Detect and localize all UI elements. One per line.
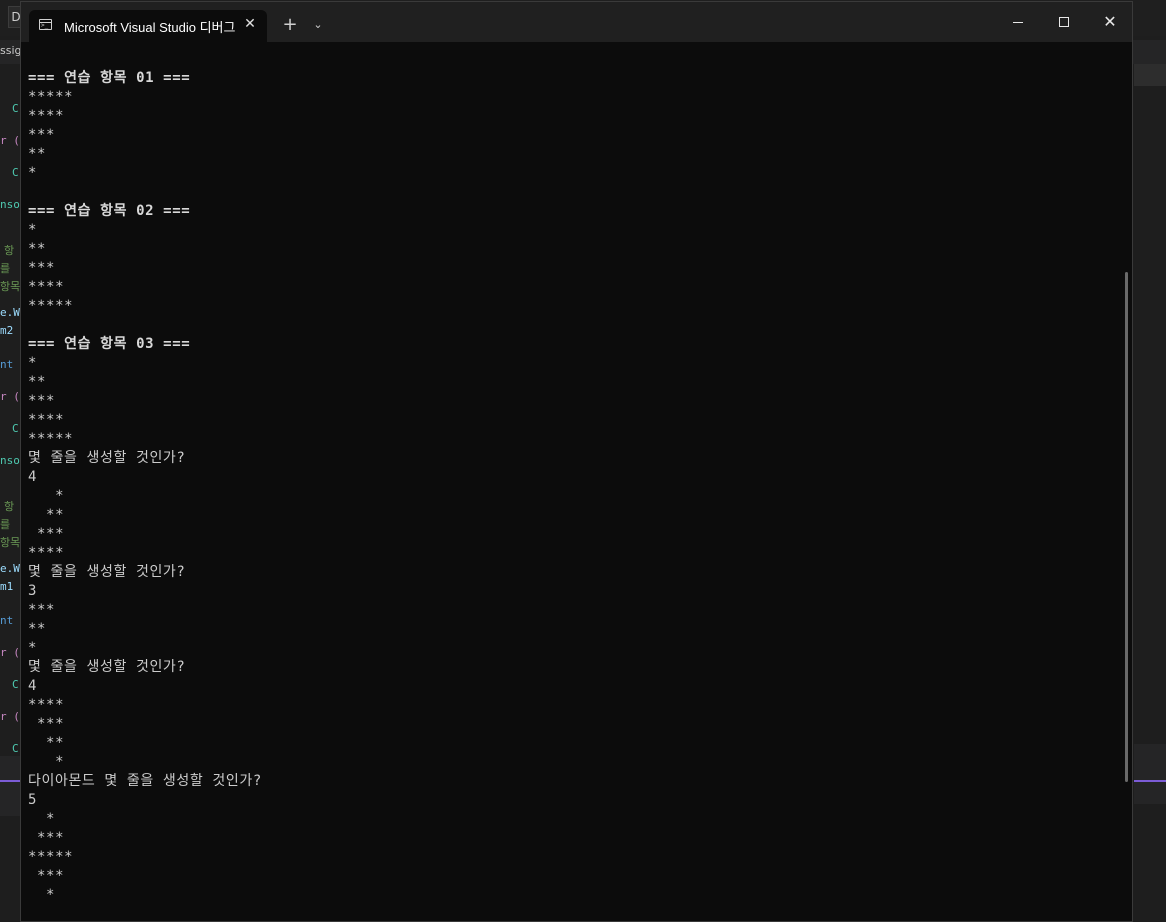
console-line-heading: === 연습 항목 03 ===	[28, 336, 191, 352]
ide-code-fragment: C	[12, 166, 19, 179]
tab-title: Microsoft Visual Studio 디버그	[64, 20, 236, 35]
new-tab-button[interactable]: +	[279, 14, 301, 36]
console-line-heading: === 연습 항목 02 ===	[28, 203, 191, 219]
console-line-out: ***	[28, 716, 65, 732]
console-line-out: ****	[28, 412, 65, 428]
ide-code-fragment: 항목	[0, 280, 21, 293]
ide-code-fragment: C	[12, 422, 19, 435]
console-line-out: *****	[28, 89, 74, 105]
console-line-out: *	[28, 887, 56, 903]
close-button[interactable]: ✕	[1087, 2, 1133, 42]
ide-right-band	[1134, 64, 1166, 86]
ide-code-fragment: 를	[0, 518, 11, 531]
ide-right-accent-line	[1134, 780, 1166, 782]
ide-code-fragment: nso	[0, 198, 20, 211]
console-line-out: *****	[28, 298, 74, 314]
ide-accent-line	[0, 780, 20, 782]
ide-tab-fragment[interactable]: ssig	[0, 44, 22, 57]
ide-code-fragments: Cr (Cnso 항 를 항목 e.W m2 nt r (Cnso 항 를 항목 e.W m1 nt r (…	[0, 90, 20, 770]
title-bar[interactable]: Microsoft Visual Studio 디버그 ✕ + ⌄ ✕	[21, 2, 1132, 42]
console-line-out: **	[28, 374, 47, 390]
console-line-prompt: 다이아몬드 몇 줄을 생성할 것인가?	[28, 773, 262, 789]
close-icon: ✕	[1103, 12, 1117, 31]
console-line-prompt: 몇 줄을 생성할 것인가?	[28, 659, 186, 675]
console-line-prompt: 몇 줄을 생성할 것인가?	[28, 450, 186, 466]
console-line-out: *	[28, 165, 38, 181]
console-line-out: ***	[28, 127, 56, 143]
ide-code-fragment: r (	[0, 390, 20, 403]
ide-code-fragment: C	[12, 102, 19, 115]
tab-close-icon[interactable]: ✕	[241, 15, 259, 33]
tab-debug-console[interactable]: Microsoft Visual Studio 디버그 ✕	[29, 10, 267, 42]
console-line-input: 5	[28, 792, 38, 808]
console-line-input: 3	[28, 583, 38, 599]
console-line-out: **	[28, 507, 65, 523]
console-line-out: *	[28, 355, 38, 371]
console-line-out: ****	[28, 108, 65, 124]
minimize-icon	[1013, 22, 1023, 23]
console-line-heading: === 연습 항목 01 ===	[28, 70, 191, 86]
terminal-window: Microsoft Visual Studio 디버그 ✕ + ⌄ ✕ === …	[20, 1, 1133, 922]
ide-code-fragment: r (	[0, 710, 20, 723]
maximize-button[interactable]	[1041, 2, 1087, 42]
console-line-out: ***	[28, 260, 56, 276]
chevron-down-icon[interactable]: ⌄	[309, 14, 327, 36]
ide-right-edge	[1134, 64, 1166, 922]
console-line-prompt: 몇 줄을 생성할 것인가?	[28, 564, 186, 580]
console-line-out: *	[28, 811, 56, 827]
minimize-button[interactable]	[995, 2, 1041, 42]
ide-code-fragment: r (	[0, 646, 20, 659]
console-line-out: ****	[28, 545, 65, 561]
console-line-out: **	[28, 146, 47, 162]
ide-bottom-panel	[0, 756, 20, 816]
console-line-out	[28, 183, 1118, 202]
ide-code-fragment: nso	[0, 454, 20, 467]
ide-code-fragment: C	[12, 742, 19, 755]
console-line-out	[28, 316, 1118, 335]
vertical-scrollbar[interactable]	[1125, 272, 1128, 782]
console-line-out: ***	[28, 602, 56, 618]
console-line-out: ****	[28, 279, 65, 295]
ide-code-fragment: C	[12, 678, 19, 691]
console-line-out: **	[28, 621, 47, 637]
ide-code-fragment: 항	[4, 244, 15, 257]
console-line-out: *	[28, 222, 38, 238]
console-line-input: 4	[28, 469, 38, 485]
ide-code-fragment: r (	[0, 134, 20, 147]
console-line-out: **	[28, 241, 47, 257]
ide-right-panel	[1134, 744, 1166, 804]
console-line-out: *****	[28, 431, 74, 447]
console-line-out: *	[28, 640, 38, 656]
console-line-out: ***	[28, 393, 56, 409]
maximize-icon	[1059, 17, 1069, 27]
console-line-out: *	[28, 488, 65, 504]
ide-code-fragment: e.W	[0, 562, 20, 575]
console-line-input: 4	[28, 678, 38, 694]
console-output[interactable]: === 연습 항목 01 === ***** **** *** ** * === 연습 항목…	[28, 69, 1118, 919]
ide-code-fragment: nt	[0, 358, 14, 371]
console-line-out: ***	[28, 830, 65, 846]
ide-code-fragment: nt	[0, 614, 14, 627]
ide-code-fragment: 항목	[0, 536, 21, 549]
ide-code-fragment: e.W	[0, 306, 20, 319]
console-line-out: ****	[28, 697, 65, 713]
console-line-out: ***	[28, 526, 65, 542]
terminal-icon	[39, 19, 52, 30]
ide-code-fragment: m1	[0, 580, 14, 593]
console-line-out: *	[28, 754, 65, 770]
ide-code-fragment: m2	[0, 324, 14, 337]
console-line-out: **	[28, 735, 65, 751]
ide-code-fragment: 를	[0, 262, 11, 275]
console-line-out: *****	[28, 849, 74, 865]
ide-code-fragment: 항	[4, 500, 15, 513]
console-line-out: ***	[28, 868, 65, 884]
